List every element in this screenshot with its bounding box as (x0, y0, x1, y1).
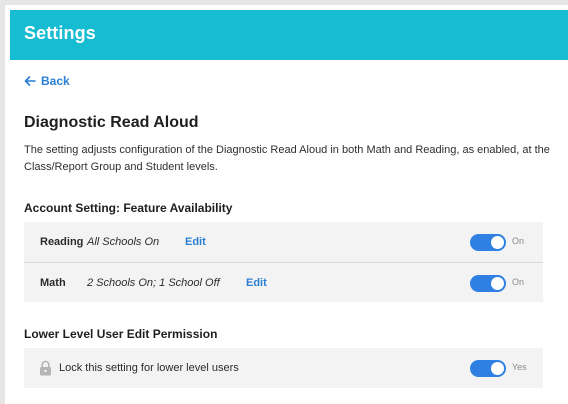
lock-row: Lock this setting for lower level users … (24, 348, 543, 388)
header-title: Settings (24, 23, 96, 43)
arrow-left-icon (24, 76, 36, 86)
permission-title: Lower Level User Edit Permission (24, 327, 218, 341)
reading-toggle[interactable] (470, 234, 506, 251)
math-edit-link[interactable]: Edit (246, 277, 267, 289)
lock-toggle[interactable] (470, 360, 506, 377)
math-toggle-text: On (512, 277, 525, 287)
page-title: Diagnostic Read Aloud (24, 114, 199, 131)
lock-toggle-text: Yes (512, 362, 527, 372)
reading-row: Reading All Schools On Edit On (24, 222, 543, 262)
math-row: Math 2 Schools On; 1 School Off Edit On (24, 262, 543, 302)
toggle-knob (491, 277, 504, 290)
lock-label: Lock this setting for lower level users (59, 362, 239, 374)
math-value: 2 Schools On; 1 School Off (87, 276, 220, 289)
toggle-knob (491, 362, 504, 375)
reading-edit-link[interactable]: Edit (185, 236, 206, 248)
settings-window: Settings Back Diagnostic Read Aloud The … (0, 0, 568, 404)
math-toggle[interactable] (470, 275, 506, 292)
account-setting-title: Account Setting: Feature Availability (24, 201, 233, 215)
back-link[interactable]: Back (24, 74, 70, 88)
reading-value: All Schools On (87, 236, 160, 248)
reading-label: Reading (40, 236, 84, 248)
page-description: The setting adjusts configuration of the… (24, 144, 550, 173)
toggle-knob (491, 236, 504, 249)
math-label: Math (40, 276, 66, 289)
lock-icon (40, 360, 51, 376)
back-label[interactable]: Back (41, 74, 70, 88)
reading-toggle-text: On (512, 236, 525, 246)
settings-header: Settings (10, 10, 568, 60)
